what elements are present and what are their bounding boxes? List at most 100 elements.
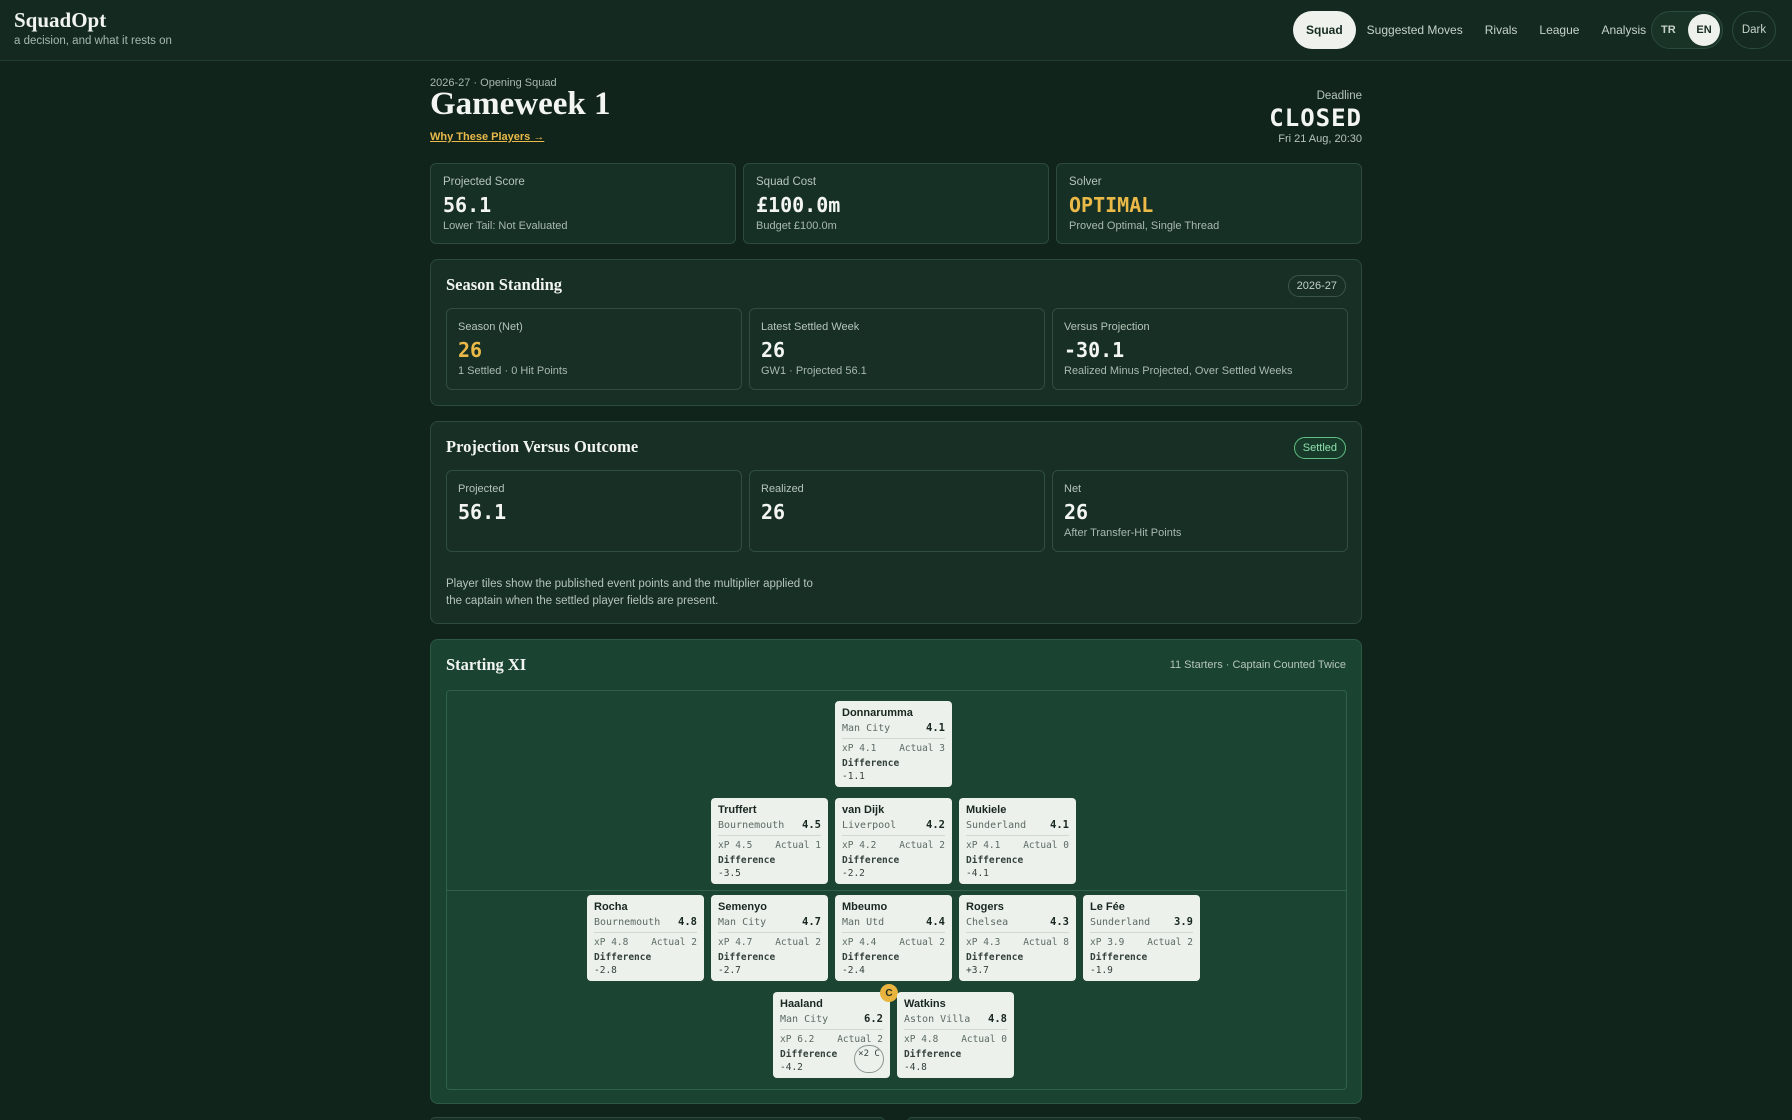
xp-value: 4.5 <box>735 840 753 851</box>
player-xp-line: xP 4.5 <box>718 840 752 851</box>
theme-toggle-button[interactable]: Dark <box>1732 11 1776 49</box>
xp-prefix: xP <box>842 937 854 948</box>
card-sub: Realized Minus Projected, Over Settled W… <box>1064 365 1293 377</box>
player-name: Rogers <box>966 901 1004 913</box>
xp-prefix: xP <box>1090 937 1102 948</box>
lang-tr[interactable]: TR <box>1661 24 1676 36</box>
versus-projection-card: Versus Projection -30.1 Realized Minus P… <box>1052 308 1348 390</box>
brand[interactable]: SquadOpt a decision, and what it rests o… <box>14 8 172 47</box>
player-tile[interactable]: Mukiele Sunderland 4.1 xP 4.1 Actual 0 Differ… <box>959 798 1076 884</box>
player-tile[interactable]: Truffert Bournemouth 4.5 xP 4.5 Actual 1 Diff… <box>711 798 828 884</box>
actual-value: 0 <box>1063 840 1069 851</box>
brand-name: SquadOpt <box>14 8 107 32</box>
player-xp-line: xP 4.7 <box>718 937 752 948</box>
card-label: Realized <box>761 483 804 495</box>
xp-prefix: xP <box>966 937 978 948</box>
tile-divider <box>904 1029 1007 1030</box>
card-label: Season (Net) <box>458 321 523 333</box>
difference-label: Difference <box>718 952 776 963</box>
xp-prefix: xP <box>780 1034 792 1045</box>
actual-value: 2 <box>877 1034 883 1045</box>
player-tile[interactable]: Semenyo Man City 4.7 xP 4.7 Actual 2 Differen… <box>711 895 828 981</box>
page-title: Gameweek 1 <box>430 86 611 122</box>
xp-value: 4.1 <box>859 743 877 754</box>
stat-label: Squad Cost <box>756 176 817 188</box>
latest-settled-week-card: Latest Settled Week 26 GW1 · Projected 5… <box>749 308 1045 390</box>
actual-value: 2 <box>1187 937 1193 948</box>
player-tile[interactable]: Haaland Man City 6.2 xP 6.2 Actual 2 Differen… <box>773 984 898 1078</box>
actual-value: 0 <box>1001 1034 1007 1045</box>
xp-prefix: xP <box>718 840 730 851</box>
player-actual-line: Actual 2 <box>1147 937 1193 948</box>
card-label: Versus Projection <box>1064 321 1150 333</box>
section-title: Starting XI <box>446 655 527 674</box>
stat-sub: Proved Optimal, Single Thread <box>1069 220 1220 232</box>
actual-value: 3 <box>939 743 945 754</box>
player-tile[interactable]: Donnarumma Man City 4.1 xP 4.1 Actual 3 Diffe… <box>835 701 952 787</box>
player-name: Watkins <box>904 998 946 1010</box>
season-standing-section: Season Standing 2026-27 Season (Net) 26 … <box>430 259 1362 406</box>
projected-card: Projected 56.1 <box>446 470 742 552</box>
player-xp: 4.1 <box>1050 819 1069 831</box>
actual-value: 2 <box>939 840 945 851</box>
card-value: 56.1 <box>458 500 507 524</box>
player-xp: 4.2 <box>926 819 945 831</box>
player-tile[interactable]: Rogers Chelsea 4.3 xP 4.3 Actual 8 Difference… <box>959 895 1076 981</box>
player-xp-line: xP 4.4 <box>842 937 876 948</box>
player-xp-line: xP 4.1 <box>842 743 876 754</box>
stat-label: Solver <box>1069 176 1102 188</box>
player-name: Semenyo <box>718 901 767 913</box>
player-actual-line: Actual 8 <box>1023 937 1069 948</box>
player-actual-line: Actual 2 <box>651 937 697 948</box>
tile-divider <box>842 738 945 739</box>
lang-en[interactable]: EN <box>1688 14 1720 46</box>
nav-league[interactable]: League <box>1528 11 1590 49</box>
language-toggle: TR EN <box>1651 11 1723 49</box>
nav-analysis[interactable]: Analysis <box>1590 11 1657 49</box>
difference-label: Difference <box>904 1049 962 1060</box>
card-label: Projected <box>458 483 505 495</box>
player-name: van Dijk <box>842 804 885 816</box>
card-label: Latest Settled Week <box>761 321 860 333</box>
xp-value: 4.8 <box>921 1034 939 1045</box>
player-tile[interactable]: Mbeumo Man Utd 4.4 xP 4.4 Actual 2 Difference… <box>835 895 952 981</box>
xp-value: 6.2 <box>797 1034 815 1045</box>
deadline-date: Fri 21 Aug, 20:30 <box>1278 133 1362 145</box>
xp-value: 4.1 <box>983 840 1001 851</box>
player-tile[interactable]: Le Fée Sunderland 3.9 xP 3.9 Actual 2 Differe… <box>1083 895 1200 981</box>
stat-value: £100.0m <box>756 193 841 217</box>
difference-value: -1.1 <box>842 771 865 782</box>
player-tile[interactable]: van Dijk Liverpool 4.2 xP 4.2 Actual 2 Differ… <box>835 798 952 884</box>
stat-card-projected-score: Projected Score 56.1 Lower Tail: Not Eva… <box>430 163 736 244</box>
nav-suggested-moves[interactable]: Suggested Moves <box>1356 11 1474 49</box>
player-tile[interactable]: Rocha Bournemouth 4.8 xP 4.8 Actual 2 Differe… <box>587 895 704 981</box>
stat-card-solver: Solver OPTIMAL Proved Optimal, Single Th… <box>1056 163 1362 244</box>
player-tile[interactable]: Watkins Aston Villa 4.8 xP 4.8 Actual 0 Diffe… <box>897 992 1014 1078</box>
difference-label: Difference <box>842 855 900 866</box>
starting-xi-meta: 11 Starters · Captain Counted Twice <box>1169 659 1346 671</box>
stat-card-squad-cost: Squad Cost £100.0m Budget £100.0m <box>743 163 1049 244</box>
projection-note: Player tiles show the published event po… <box>446 578 813 607</box>
player-xp: 4.4 <box>926 916 945 928</box>
xp-prefix: xP <box>842 840 854 851</box>
player-xp: 4.1 <box>926 722 945 734</box>
player-club: Sunderland <box>1090 917 1151 928</box>
xp-value: 4.8 <box>611 937 629 948</box>
difference-label: Difference <box>966 855 1024 866</box>
player-xp-line: xP 3.9 <box>1090 937 1124 948</box>
player-xp: 6.2 <box>864 1013 883 1025</box>
card-sub: After Transfer-Hit Points <box>1064 527 1182 539</box>
difference-label: Difference <box>1090 952 1148 963</box>
player-club: Man City <box>780 1014 829 1025</box>
player-xp-line: xP 4.8 <box>904 1034 938 1045</box>
card-sub: 1 Settled · 0 Hit Points <box>458 365 568 377</box>
why-these-players-link[interactable]: Why These Players → <box>430 131 544 143</box>
difference-value: -2.8 <box>594 965 617 976</box>
nav-rivals[interactable]: Rivals <box>1474 11 1529 49</box>
difference-label: Difference <box>594 952 652 963</box>
player-name: Truffert <box>718 804 757 816</box>
actual-prefix: Actual <box>899 840 934 851</box>
difference-label: Difference <box>842 758 900 769</box>
nav-squad[interactable]: Squad <box>1293 11 1356 49</box>
xp-value: 3.9 <box>1107 937 1125 948</box>
